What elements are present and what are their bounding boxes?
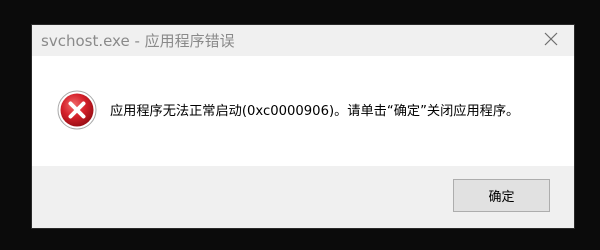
close-icon	[544, 31, 558, 50]
ok-button[interactable]: 确定	[453, 179, 550, 212]
dialog-content: 应用程序无法正常启动(0xc0000906)。请单击“确定”关闭应用程序。	[32, 56, 574, 166]
error-dialog: svchost.exe - 应用程序错误 应用程序无法正常启动(0xc00009…	[32, 25, 574, 228]
close-button[interactable]	[528, 25, 574, 56]
error-message: 应用程序无法正常启动(0xc0000906)。请单击“确定”关闭应用程序。	[110, 104, 520, 119]
error-icon	[57, 90, 97, 130]
dialog-title: svchost.exe - 应用程序错误	[41, 32, 235, 50]
title-bar: svchost.exe - 应用程序错误	[32, 25, 574, 56]
dialog-footer: 确定	[32, 166, 574, 228]
